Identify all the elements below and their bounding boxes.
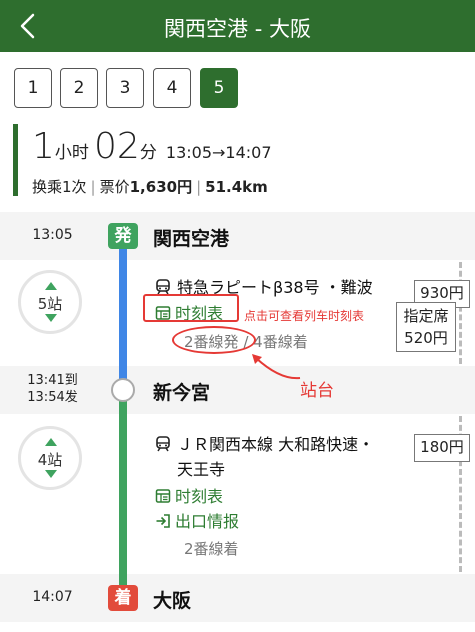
timetable-highlight-box (143, 294, 239, 322)
summary-accent-bar (13, 124, 18, 196)
expand-up-icon (45, 438, 57, 446)
duration-hours-unit: 小时 (54, 143, 89, 163)
expand-down-icon (45, 470, 57, 478)
segment-2-platform: 2番線着 (184, 540, 239, 558)
transfer-node (111, 378, 135, 402)
expand-up-icon (45, 282, 57, 290)
destination-time: 14:07 (32, 589, 73, 605)
tab-route-2[interactable]: 2 (60, 68, 98, 108)
segment-2-timetable-label: 时刻表 (175, 487, 224, 506)
duration-minutes: 02 (94, 126, 140, 167)
tab-route-3[interactable]: 3 (106, 68, 144, 108)
segment-2-train-destination: 天王寺 (177, 460, 226, 479)
rail-segment-2 (119, 388, 127, 598)
segment-2-fare: 180円 (414, 434, 470, 462)
segment-2-stops[interactable]: 4站 (18, 426, 82, 490)
rail-segment-1 (119, 236, 127, 388)
origin-time: 13:05 (32, 227, 73, 243)
origin-station-name[interactable]: 関西空港 (153, 224, 229, 251)
annotation-arrow-icon (252, 354, 301, 380)
timetable-icon (155, 489, 171, 503)
depart-badge: 発 (108, 223, 138, 249)
train-icon (156, 436, 170, 452)
reserved-seat-fare: 指定席 520円 (396, 302, 456, 352)
reserved-seat-label: 指定席 (403, 307, 449, 325)
distance: 51.4km (205, 178, 268, 196)
segment-1-stop-count: 5站 (37, 295, 63, 313)
expand-down-icon (45, 314, 57, 322)
transfer-count: 换乘1次 (32, 178, 87, 196)
train-icon (156, 279, 170, 295)
segment-1-stops[interactable]: 5站 (18, 270, 82, 334)
segment-2-train-name: ＪＲ関西本線 大和路快速・ (177, 435, 375, 454)
segment-2-timetable-link[interactable]: 时刻表 (155, 483, 223, 507)
fare-label: 票价 (99, 178, 130, 196)
destination-station-name[interactable]: 大阪 (153, 586, 191, 613)
route-stats: 换乘1次 | 票价1,630円 | 51.4km (32, 178, 268, 196)
fare-total: 1,630円 (129, 178, 193, 196)
transfer-depart-time: 13:54发 (27, 390, 78, 405)
duration-hours: 1 (32, 126, 55, 167)
depart-arrive-times: 13:05→14:07 (165, 143, 272, 162)
platform-hint: 站台 (300, 381, 334, 401)
duration-minutes-unit: 分 (139, 143, 157, 163)
exit-info-label: 出口情报 (175, 512, 240, 531)
arrive-badge: 着 (108, 585, 138, 611)
app-header: 関西空港 - 大阪 (0, 0, 475, 52)
transfer-times: 13:41到 13:54发 (0, 372, 105, 406)
exit-icon (156, 514, 170, 528)
duration-summary: 1小时 02分 13:05→14:07 (32, 126, 272, 170)
transfer-station-name[interactable]: 新今宮 (153, 378, 210, 405)
tab-route-1[interactable]: 1 (14, 68, 52, 108)
timetable-hint: 点击可查看列车时刻表 (244, 309, 365, 323)
segment-2-stop-count: 4站 (37, 451, 63, 469)
tab-route-5[interactable]: 5 (200, 68, 238, 108)
fare-guide-line-1 (459, 262, 462, 364)
reserved-seat-price: 520円 (404, 329, 448, 347)
segment-2-train: ＪＲ関西本線 大和路快速・ (155, 431, 374, 455)
exit-info-link[interactable]: 出口情报 (155, 508, 239, 532)
transfer-arrive-time: 13:41到 (27, 373, 78, 388)
page-title: 関西空港 - 大阪 (164, 17, 311, 41)
tab-route-4[interactable]: 4 (153, 68, 191, 108)
